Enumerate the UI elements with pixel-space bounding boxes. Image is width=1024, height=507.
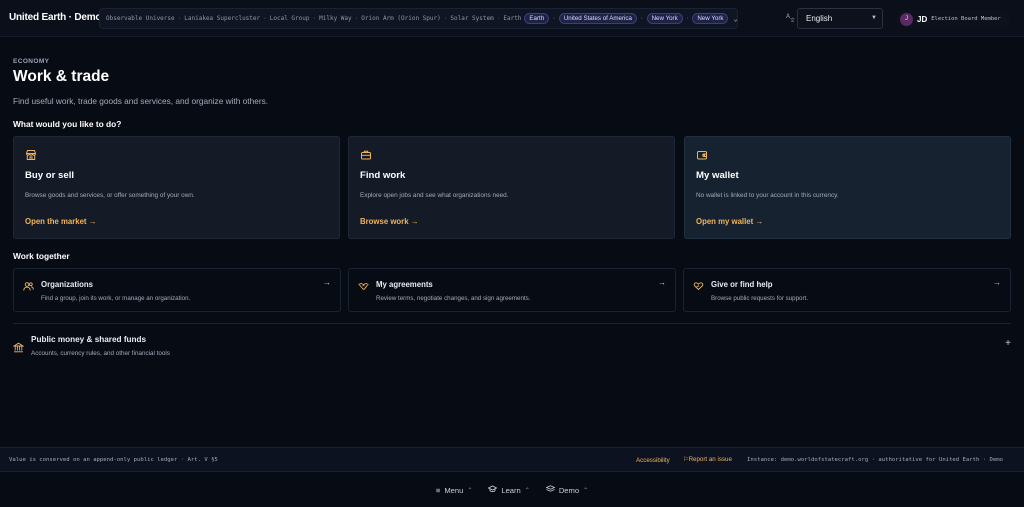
card-title: Find work <box>360 170 406 181</box>
menu-label: Menu <box>444 485 464 495</box>
breadcrumb: Observable Universe · Laniakea Superclus… <box>99 8 738 29</box>
card-description: No wallet is linked to your account in t… <box>696 192 839 199</box>
briefcase-icon <box>360 148 372 160</box>
avatar: J <box>900 12 913 26</box>
section-divider <box>13 323 1011 324</box>
breadcrumb-item[interactable]: Solar System <box>450 15 493 22</box>
breadcrumb-pill-country[interactable]: United States of America <box>558 13 637 24</box>
chevron-down-icon: ▼ <box>871 15 877 21</box>
public-funds-title: Public money & shared funds <box>31 335 147 344</box>
card-buy-sell[interactable]: Buy or sell Browse goods and services, o… <box>13 136 340 239</box>
section-eyebrow: ECONOMY <box>13 58 50 65</box>
arrow-right-icon: → <box>658 278 666 287</box>
people-icon <box>23 279 34 291</box>
breadcrumb-item[interactable]: Earth <box>503 15 521 22</box>
card-title: Buy or sell <box>25 170 75 181</box>
language-select-value: English <box>806 14 833 23</box>
breadcrumb-separator: · <box>685 15 690 22</box>
card-my-wallet[interactable]: My wallet No wallet is linked to your ac… <box>684 136 1011 239</box>
breadcrumb-item[interactable]: Laniakea Supercluster <box>184 15 260 22</box>
chevron-up-icon: ⌃ <box>467 487 473 494</box>
help-description: Browse public requests for support. <box>711 295 808 302</box>
demo-button[interactable]: Demo ⌃ <box>545 485 589 495</box>
card-title: My wallet <box>696 170 739 181</box>
agreements-description: Review terms, negotiate changes, and sig… <box>376 295 531 302</box>
organizations-card[interactable]: Organizations Find a group, join its wor… <box>13 268 341 312</box>
breadcrumb-separator: · <box>177 15 182 22</box>
stack-icon <box>545 485 556 495</box>
learn-label: Learn <box>501 485 521 495</box>
chevron-up-icon: ⌃ <box>524 487 530 494</box>
breadcrumb-separator: · <box>639 15 644 22</box>
svg-text:文: 文 <box>790 17 795 22</box>
user-role: Election Board Member <box>931 16 1001 22</box>
page-subtitle: Find useful work, trade goods and servic… <box>13 96 269 106</box>
bank-icon <box>12 340 25 353</box>
breadcrumb-item[interactable]: Orion Arm (Orion Spur) <box>361 15 440 22</box>
organizations-description: Find a group, join its work, or manage a… <box>41 295 191 302</box>
help-card[interactable]: Give or find help Browse public requests… <box>683 268 1011 312</box>
breadcrumb-separator: · <box>354 15 359 22</box>
user-initials: JD <box>917 14 928 24</box>
accessibility-link[interactable]: Accessibility <box>636 457 670 464</box>
open-wallet-link[interactable]: Open my wallet → <box>696 217 763 226</box>
handshake-icon <box>358 279 369 290</box>
report-issue-link[interactable]: ⚐Report an issue <box>683 456 732 463</box>
heart-hand-icon <box>693 279 704 291</box>
agreements-card[interactable]: My agreements Review terms, negotiate ch… <box>348 268 676 312</box>
breadcrumb-item[interactable]: Local Group <box>270 15 310 22</box>
expand-plus-icon[interactable]: + <box>1005 338 1011 349</box>
top-header: United Earth · Demo Observable Universe … <box>0 0 1024 37</box>
breadcrumb-separator: · <box>263 15 267 22</box>
breadcrumb-item[interactable]: Milky Way <box>319 15 352 22</box>
instance-info: Instance: demo.worldofstatecraft.org · a… <box>747 457 1003 463</box>
public-funds-description: Accounts, currency rules, and other fina… <box>31 350 170 357</box>
menu-button[interactable]: ≡ Menu ⌃ <box>436 486 472 495</box>
footer: Value is conserved on an append-only pub… <box>0 447 1024 472</box>
arrow-right-icon: → <box>993 278 1001 287</box>
organizations-title: Organizations <box>41 280 93 289</box>
chevron-up-icon: ⌃ <box>583 487 589 494</box>
user-menu[interactable]: J JD Election Board Member <box>896 10 1010 28</box>
report-issue-label: Report an issue <box>688 456 732 463</box>
wallet-icon <box>696 148 708 160</box>
breadcrumb-separator: · <box>312 15 317 22</box>
language-select[interactable]: English ▼ <box>797 8 883 29</box>
menu-icon: ≡ <box>435 485 441 495</box>
work-together-heading: Work together <box>13 251 70 261</box>
demo-label: Demo <box>558 485 580 495</box>
bottom-nav: ≡ Menu ⌃ Learn ⌃ Demo ⌃ <box>0 473 1024 507</box>
breadcrumb-pill-city[interactable]: New York <box>692 13 729 24</box>
storefront-icon <box>25 148 37 160</box>
learn-button[interactable]: Learn ⌃ <box>487 485 530 495</box>
card-description: Browse goods and services, or offer some… <box>25 192 195 199</box>
breadcrumb-separator: · <box>552 15 556 22</box>
open-market-link[interactable]: Open the market → <box>25 217 97 226</box>
help-title: Give or find help <box>711 280 773 289</box>
arrow-right-icon: → <box>323 278 331 287</box>
card-description: Explore open jobs and see what organizat… <box>360 192 509 199</box>
agreements-title: My agreements <box>376 280 433 289</box>
browse-work-link[interactable]: Browse work → <box>360 217 419 226</box>
translate-icon: A文 <box>786 12 796 24</box>
page-title: Work & trade <box>13 68 110 85</box>
breadcrumb-item[interactable]: Observable Universe <box>106 15 175 22</box>
actions-heading: What would you like to do? <box>13 119 122 129</box>
breadcrumb-pill-state[interactable]: New York <box>646 13 683 24</box>
card-find-work[interactable]: Find work Explore open jobs and see what… <box>348 136 675 239</box>
public-funds-row[interactable]: Public money & shared funds Accounts, cu… <box>12 331 1011 363</box>
ledger-notice: Value is conserved on an append-only pub… <box>9 457 218 463</box>
breadcrumb-pill-earth[interactable]: Earth <box>524 13 550 24</box>
breadcrumb-separator: · <box>443 15 448 22</box>
graduation-cap-icon <box>487 485 498 495</box>
breadcrumb-separator: · <box>496 15 501 22</box>
chevron-down-icon[interactable]: ⌄ <box>733 15 737 23</box>
app-title[interactable]: United Earth · Demo <box>9 12 102 23</box>
